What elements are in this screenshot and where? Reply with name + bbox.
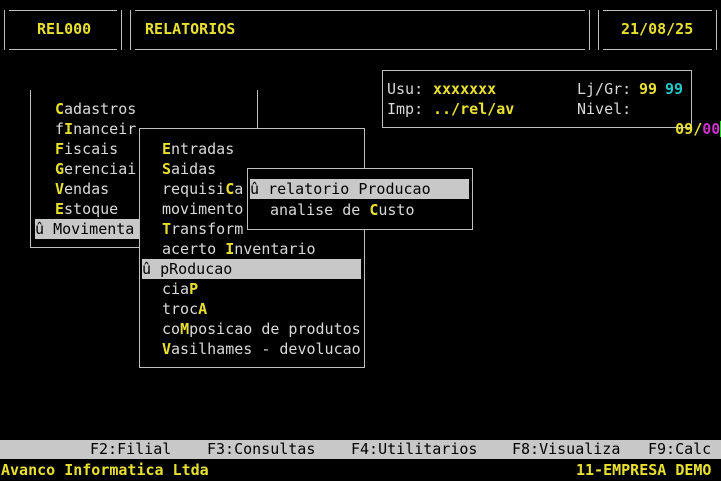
user-info-box: Usu: xxxxxxx Lj/Gr: 99 99 Imp: ../rel/av… (382, 70, 721, 138)
fkey-consultas[interactable]: F3:Consultas (207, 440, 315, 459)
submenu-item-movimento[interactable]: movimento (162, 199, 243, 219)
level-value: 09 (675, 120, 694, 138)
submenu-item-entradas[interactable]: Entradas (162, 139, 234, 159)
selection-marker: û (35, 220, 45, 238)
screen-title: RELATORIOS (145, 20, 236, 38)
menu-item-vendas[interactable]: Vendas (55, 179, 109, 199)
menu-item-fiscais[interactable]: Fiscais (55, 139, 118, 159)
level-label: Nivel: (577, 100, 632, 118)
submenu-item-analise-custo[interactable]: analise de Custo (270, 200, 415, 220)
menu-item-movimentacao[interactable]: û Movimenta (35, 219, 139, 239)
fkey-utilitarios[interactable]: F4:Utilitarios (351, 440, 477, 459)
menu-item-financeiro[interactable]: fInanceir (55, 119, 136, 139)
submenu-item-troca[interactable]: trocA (162, 299, 207, 319)
menu-item-gerenciais[interactable]: Gerenciai (55, 159, 136, 179)
submenu-item-acerto-inventario[interactable]: acerto Inventario (162, 239, 316, 259)
header-title-box: RELATORIOS (130, 10, 590, 50)
submenu-item-composicao[interactable]: coMposicao de produtos (162, 319, 361, 339)
printer-label: Imp: (387, 100, 424, 118)
company-name: Avanco Informatica Ltda (1, 461, 209, 479)
selection-marker: û (142, 260, 152, 278)
submenu-movimentacao: Entradas Saidas requisiCa movimento Tran… (139, 128, 365, 368)
header-code-box: REL000 (4, 10, 122, 50)
level-value-group: 09/00 (639, 99, 721, 138)
header-date-box: 21/08/25 (598, 10, 717, 50)
fkey-visualiza[interactable]: F8:Visualiza (512, 440, 620, 459)
printer-value: ../rel/av (433, 100, 515, 118)
store-group-label: Lj/Gr: (577, 80, 632, 98)
user-label: Usu: (387, 80, 424, 98)
fkey-filial[interactable]: F2:Filial (90, 440, 171, 459)
submenu-item-vasilhames[interactable]: Vasilhames - devolucao (162, 339, 361, 359)
level-separator: / (693, 120, 703, 138)
screen-date: 21/08/25 (621, 20, 694, 38)
status-bar: Avanco Informatica Ltda 11-EMPRESA DEMO (0, 459, 721, 481)
submenu-item-saidas[interactable]: Saidas (162, 159, 216, 179)
menu-item-cadastros[interactable]: Cadastros (55, 99, 136, 119)
submenu-item-relatorio-producao[interactable]: û relatorio Producao (250, 179, 469, 199)
menu-item-estoque[interactable]: Estoque (55, 199, 118, 219)
level-value-2: 00 (702, 120, 721, 138)
submenu-producao: û relatorio Producao analise de Custo (247, 168, 473, 230)
submenu-item-ciap[interactable]: ciaP (162, 279, 198, 299)
fkey-calc[interactable]: F9:Calc (648, 440, 711, 459)
group-value: 99 (665, 80, 684, 98)
selection-marker: û (250, 180, 260, 198)
submenu-item-transform[interactable]: Transform (162, 219, 243, 239)
screen-code: REL000 (37, 20, 92, 38)
store-value: 99 (639, 80, 658, 98)
user-value: xxxxxxx (433, 80, 497, 98)
enterprise-name: 11-EMPRESA DEMO (576, 461, 712, 479)
function-key-bar: F2:Filial F3:Consultas F4:Utilitarios F8… (0, 440, 721, 459)
submenu-item-producao[interactable]: û pRoducao (142, 259, 361, 279)
submenu-item-requisicao[interactable]: requisiCa (162, 179, 243, 199)
